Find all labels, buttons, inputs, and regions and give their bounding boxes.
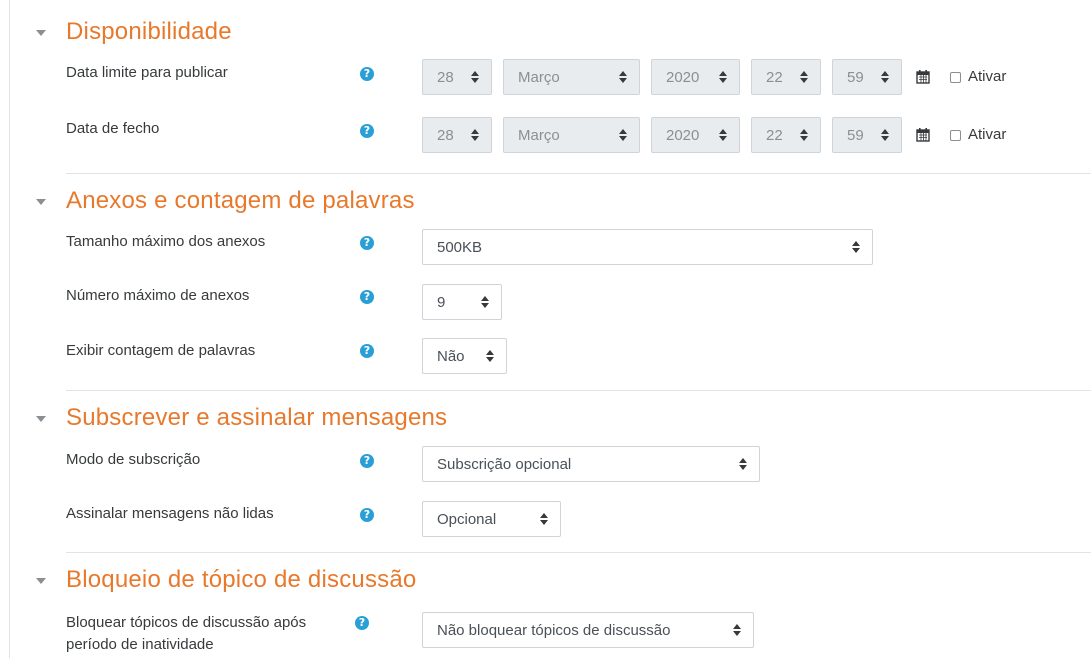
section-title: Disponibilidade [66,18,232,45]
close-minute-select[interactable]: 59 [832,117,902,153]
publish-enable-label[interactable]: Ativar [968,68,1006,85]
section-title: Bloqueio de tópico de discussão [66,566,417,593]
close-year-select[interactable]: 2020 [651,117,740,153]
section-divider [66,390,1091,391]
section-header-subscription[interactable]: Subscrever e assinalar mensagens [36,404,447,432]
close-month-select[interactable]: Março [503,117,640,153]
left-border [9,0,10,658]
subscription-mode-select[interactable]: Subscrição opcional [422,446,760,482]
section-divider [66,552,1091,553]
close-enable-label[interactable]: Ativar [968,126,1006,143]
question-circle-icon[interactable]: ? [360,344,374,358]
question-circle-icon[interactable]: ? [360,67,374,81]
close-date-label: Data de fecho [66,120,160,137]
section-title: Subscrever e assinalar mensagens [66,404,448,431]
publish-deadline-label: Data limite para publicar [66,64,228,81]
lock-label-line1: Bloquear tópicos de discussão após [66,614,307,631]
max-size-label: Tamanho máximo dos anexos [66,233,266,250]
caret-down-icon[interactable] [36,578,46,584]
question-circle-icon[interactable]: ? [360,290,374,304]
close-hour-select[interactable]: 22 [751,117,821,153]
question-circle-icon[interactable]: ? [360,508,374,522]
subscription-mode-label: Modo de subscrição [66,451,201,468]
caret-down-icon[interactable] [36,199,46,205]
section-divider [66,173,1091,174]
question-circle-icon[interactable]: ? [360,454,374,468]
publish-hour-select[interactable]: 22 [751,59,821,95]
lock-select[interactable]: Não bloquear tópicos de discussão [422,612,754,648]
question-circle-icon[interactable]: ? [355,616,369,630]
section-title: Anexos e contagem de palavras [66,187,415,214]
lock-label-line2: período de inatividade [66,636,214,653]
caret-down-icon[interactable] [36,30,46,36]
publish-enable-checkbox[interactable] [950,72,961,83]
publish-minute-select[interactable]: 59 [832,59,902,95]
close-day-select[interactable]: 28 [422,117,492,153]
publish-month-select[interactable]: Março [503,59,640,95]
caret-down-icon[interactable] [36,416,46,422]
section-header-locking[interactable]: Bloqueio de tópico de discussão [36,566,416,594]
word-count-select[interactable]: Não [422,338,507,374]
word-count-label: Exibir contagem de palavras [66,342,256,359]
publish-day-select[interactable]: 28 [422,59,492,95]
section-header-availability[interactable]: Disponibilidade [36,18,232,46]
tracking-label: Assinalar mensagens não lidas [66,505,274,522]
calendar-icon[interactable] [916,128,930,142]
question-circle-icon[interactable]: ? [360,124,374,138]
tracking-select[interactable]: Opcional [422,501,561,537]
section-header-attachments[interactable]: Anexos e contagem de palavras [36,187,415,215]
calendar-icon[interactable] [916,70,930,84]
question-circle-icon[interactable]: ? [360,236,374,250]
max-size-select[interactable]: 500KB [422,229,873,265]
max-count-label: Número máximo de anexos [66,287,250,304]
close-enable-checkbox[interactable] [950,130,961,141]
publish-year-select[interactable]: 2020 [651,59,740,95]
max-count-select[interactable]: 9 [422,284,502,320]
